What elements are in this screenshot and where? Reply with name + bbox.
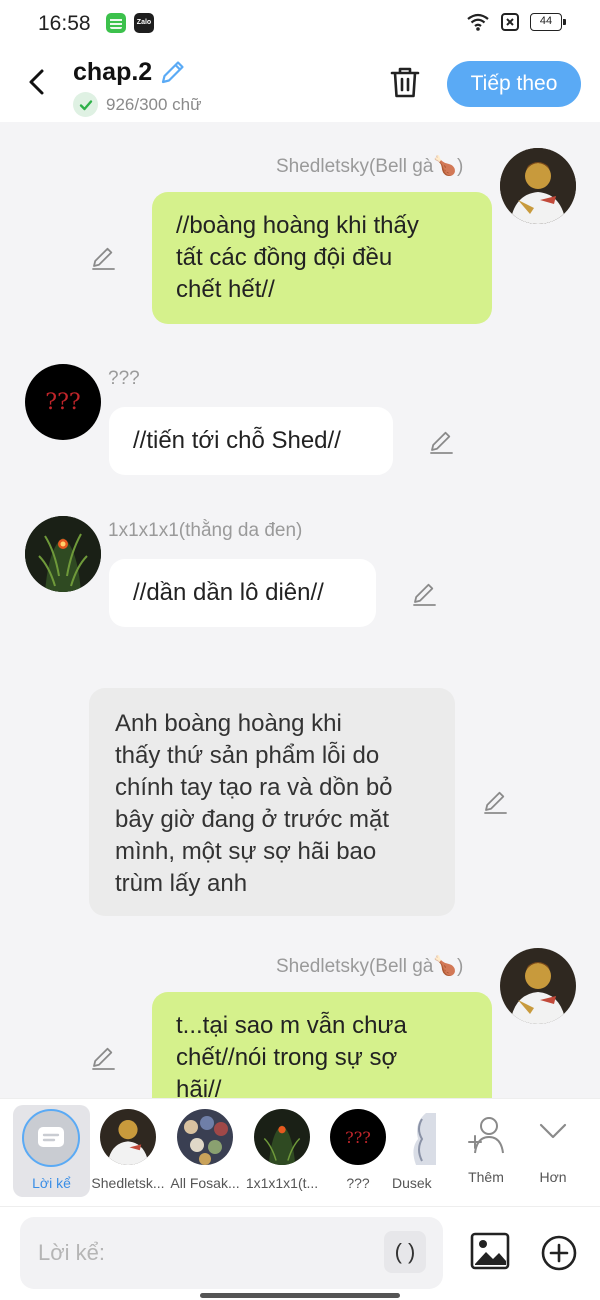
app-notification-icon bbox=[106, 13, 126, 33]
character-1x1x1x1[interactable]: 1x1x1x1(t... bbox=[240, 1109, 324, 1199]
status-time: 16:58 bbox=[38, 12, 91, 35]
character-avatar bbox=[100, 1109, 156, 1165]
avatar-shedletsky[interactable] bbox=[500, 948, 576, 1024]
message-bubble[interactable]: //boàng hoàng khi thấy tất các đồng đội … bbox=[152, 192, 492, 324]
add-user-icon bbox=[466, 1113, 506, 1162]
narration-text-line: trùm lấy anh bbox=[115, 870, 248, 897]
edit-message-pencil-icon[interactable] bbox=[482, 788, 510, 816]
collapse-button[interactable]: Hơn bbox=[521, 1109, 585, 1199]
narration-text-line: chính tay tạo ra và dồn bỏ bbox=[115, 774, 393, 801]
avatar-question[interactable]: ??? bbox=[25, 364, 101, 440]
narration-text-line: thấy thứ sản phẩm lỗi do bbox=[115, 742, 380, 769]
character-avatar-text: ??? bbox=[345, 1127, 371, 1147]
message-text-line: //boàng hoàng khi thấy bbox=[176, 212, 419, 239]
message-text-line: tất các đồng đội đều bbox=[176, 244, 393, 271]
battery-icon: 44 bbox=[530, 13, 566, 31]
avatar-shedletsky[interactable] bbox=[500, 148, 576, 224]
avatar-1x1x1x1[interactable] bbox=[25, 516, 101, 592]
character-avatar bbox=[254, 1109, 310, 1165]
edit-message-pencil-icon[interactable] bbox=[428, 428, 456, 456]
character-label: Shedletsk... bbox=[91, 1175, 165, 1191]
zalo-icon: Zalo bbox=[134, 13, 154, 33]
chevron-down-icon bbox=[537, 1119, 569, 1148]
edit-message-pencil-icon[interactable] bbox=[90, 1044, 118, 1072]
trash-icon[interactable] bbox=[388, 64, 422, 100]
message-bubble[interactable]: //dần dần lô diên// bbox=[109, 559, 376, 627]
sender-name: 1x1x1x1(thằng da đen) bbox=[108, 520, 303, 541]
character-label: All Fosak... bbox=[170, 1175, 240, 1191]
status-indicators: 44 bbox=[466, 12, 566, 32]
character-selector-bar: Lời kể Shedletsk... All Fosak... 1x1x1x1… bbox=[0, 1098, 600, 1206]
input-bar: ( ) bbox=[0, 1206, 600, 1300]
narration-input[interactable] bbox=[20, 1217, 443, 1289]
message-text-line: //dần dần lô diên// bbox=[133, 579, 324, 606]
narration-text-line: mình, một sự sợ hãi bao bbox=[115, 838, 377, 865]
character-shedletsky[interactable]: Shedletsk... bbox=[86, 1109, 170, 1199]
message-text-line: chết hết// bbox=[176, 276, 275, 303]
narration-bubble[interactable]: Anh boàng hoàng khi thấy thứ sản phẩm lỗ… bbox=[89, 688, 455, 916]
status-bar: 16:58 Zalo 44 bbox=[0, 0, 600, 46]
character-label: 1x1x1x1(t... bbox=[245, 1175, 319, 1191]
message-text-line: t...tại sao m vẫn chưa bbox=[176, 1012, 407, 1039]
edit-message-pencil-icon[interactable] bbox=[90, 244, 118, 272]
sender-name: Shedletsky(Bell gà🍗) bbox=[276, 156, 464, 177]
narration-icon bbox=[22, 1109, 80, 1167]
image-icon[interactable] bbox=[470, 1231, 510, 1271]
back-arrow-icon[interactable] bbox=[22, 66, 54, 98]
add-character-label: Thêm bbox=[468, 1169, 504, 1185]
check-icon bbox=[73, 92, 98, 117]
message-bubble[interactable]: //tiến tới chỗ Shed// bbox=[109, 407, 393, 475]
character-avatar bbox=[396, 1109, 436, 1165]
character-all-fosak[interactable]: All Fosak... bbox=[163, 1109, 247, 1199]
character-label: Dusek bbox=[392, 1175, 432, 1191]
narration-text-line: Anh boàng hoàng khi bbox=[115, 710, 342, 737]
add-character-button[interactable]: Thêm bbox=[454, 1109, 518, 1199]
character-avatar: ??? bbox=[330, 1109, 386, 1165]
avatar-question-text: ??? bbox=[45, 389, 81, 415]
character-dusek[interactable]: Dusek bbox=[382, 1109, 438, 1199]
message-text-line: chết//nói trong sự sợ bbox=[176, 1044, 398, 1071]
chat-area[interactable]: Shedletsky(Bell gà🍗) //boàng hoàng khi t… bbox=[0, 122, 600, 1098]
edit-title-pencil-icon[interactable] bbox=[158, 57, 188, 87]
message-bubble[interactable]: t...tại sao m vẫn chưa chết//nói trong s… bbox=[152, 992, 492, 1098]
collapse-label: Hơn bbox=[539, 1169, 567, 1185]
message-text-line: //tiến tới chỗ Shed// bbox=[133, 427, 341, 454]
sender-name: ??? bbox=[108, 368, 140, 389]
wifi-icon bbox=[466, 12, 490, 32]
next-button[interactable]: Tiếp theo bbox=[447, 61, 581, 107]
edit-message-pencil-icon[interactable] bbox=[411, 580, 439, 608]
word-count: 926/300 chữ bbox=[73, 92, 202, 117]
message-text-line: hãi// bbox=[176, 1076, 222, 1098]
add-plus-icon[interactable] bbox=[540, 1234, 578, 1272]
home-indicator[interactable] bbox=[200, 1293, 400, 1298]
word-count-text: 926/300 chữ bbox=[106, 94, 202, 114]
character-avatar bbox=[177, 1109, 233, 1165]
no-sim-icon bbox=[500, 12, 520, 32]
header: chap.2 926/300 chữ Tiếp theo bbox=[0, 46, 600, 122]
chapter-title: chap.2 bbox=[73, 58, 153, 86]
character-label: Lời kể bbox=[32, 1175, 71, 1191]
parentheses-button[interactable]: ( ) bbox=[384, 1231, 426, 1273]
sender-name: Shedletsky(Bell gà🍗) bbox=[276, 956, 464, 977]
narration-text-line: bây giờ đang ở trước mặt bbox=[115, 806, 390, 833]
character-narration[interactable]: Lời kể bbox=[13, 1105, 90, 1197]
